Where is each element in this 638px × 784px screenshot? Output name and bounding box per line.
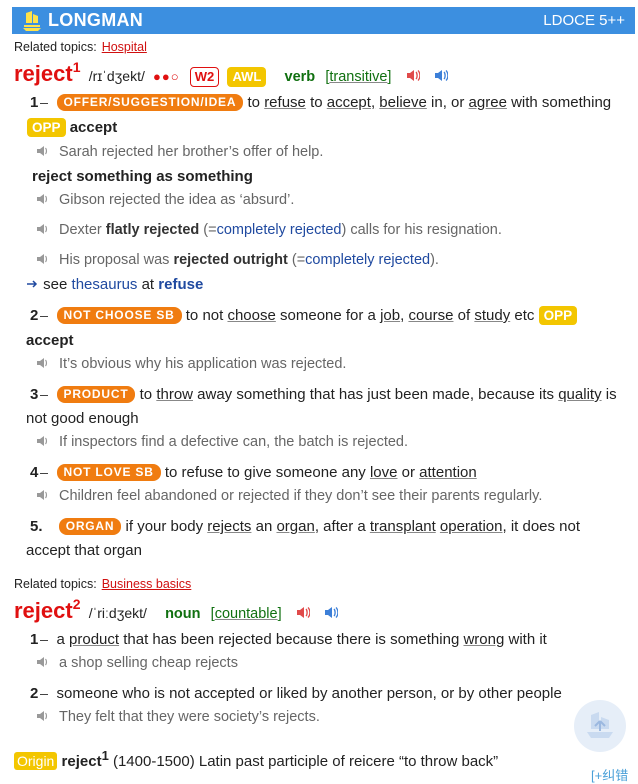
sense-number: 3	[30, 386, 52, 403]
topic-link-business-basics[interactable]: Business basics	[102, 577, 192, 591]
back-to-top-icon	[587, 712, 613, 738]
example: Gibson rejected the idea as ‘absurd’.	[36, 192, 294, 208]
example: His proposal was rejected outright (=com…	[36, 252, 439, 268]
signpost: NOT CHOOSE SB	[56, 307, 182, 324]
sense-1: 1 OFFER/SUGGESTION/IDEA to refuse to acc…	[30, 94, 611, 111]
opp-badge: OPP	[27, 118, 66, 137]
related-topics: Related topics: Business basics	[14, 577, 191, 591]
example: Dexter flatly rejected (=completely reje…	[36, 222, 502, 238]
speaker-blue-icon[interactable]	[434, 69, 448, 82]
part-of-speech: verb	[284, 69, 316, 86]
headword: reject2	[14, 596, 81, 624]
entry1-headword-line: reject1 /rɪˈdʒekt/ ●●○ W2 AWL verb [tran…	[14, 59, 448, 88]
headword: reject1	[14, 59, 81, 87]
edition-label: LDOCE 5++	[543, 12, 625, 29]
signpost: NOT LOVE SB	[56, 464, 161, 481]
sense-1-opposite: OPP accept	[27, 118, 117, 137]
topic-link-hospital[interactable]: Hospital	[102, 40, 147, 54]
definition: to refuse to accept, believe in, or agre…	[247, 94, 612, 111]
signpost: ORGAN	[58, 518, 122, 535]
speaker-grey-icon[interactable]	[36, 223, 49, 235]
related-topics: Related topics: Hospital	[14, 40, 147, 54]
brand-name: LONGMAN	[48, 10, 144, 30]
back-to-top-button[interactable]	[574, 700, 626, 752]
frequency-dots: ●●○	[153, 69, 180, 85]
speaker-red-icon[interactable]	[296, 606, 310, 619]
arrow-right-icon	[27, 280, 38, 288]
speaker-grey-icon[interactable]	[36, 656, 49, 668]
app-header: LONGMAN LDOCE 5++	[12, 7, 635, 34]
collocation: reject something as something	[32, 168, 253, 185]
sense-3: 3 PRODUCT to throw away something that h…	[30, 386, 617, 403]
grammar-code: [transitive]	[325, 69, 392, 86]
refuse-link[interactable]: refuse	[158, 276, 203, 293]
speaker-blue-icon[interactable]	[324, 606, 338, 619]
sense-number: 2	[30, 307, 52, 324]
sense-2: 2 NOT CHOOSE SB to not choose someone fo…	[30, 306, 578, 325]
sense-4: 4 NOT LOVE SB to refuse to give someone …	[30, 464, 477, 481]
entry2-headword-line: reject2 /ˈriːdʒekt/ noun [countable]	[14, 596, 338, 624]
signpost: PRODUCT	[56, 386, 136, 403]
speaker-grey-icon[interactable]	[36, 193, 49, 205]
homograph-number: 2	[72, 596, 81, 612]
noun-sense-1: 1 a product that has been rejected becau…	[30, 631, 547, 648]
thesaurus-link[interactable]: thesaurus	[72, 276, 138, 293]
example: It’s obvious why his application was rej…	[36, 356, 346, 372]
awl-badge: AWL	[227, 67, 267, 88]
sense-number: 1	[30, 631, 52, 648]
ship-logo-icon	[23, 10, 41, 31]
example: They felt that they were society’s rejec…	[36, 709, 320, 725]
example: Sarah rejected her brother’s offer of he…	[36, 144, 323, 160]
pronunciation: /ˈriːdʒekt/	[88, 605, 147, 622]
speaker-red-icon[interactable]	[406, 69, 420, 82]
sense-number: 1	[30, 94, 52, 111]
origin: Origin reject1 (1400-1500) Latin past pa…	[14, 748, 498, 770]
noun-sense-2: 2 someone who is not accepted or liked b…	[30, 685, 562, 702]
origin-text: (1400-1500) Latin past participle of rei…	[112, 753, 499, 770]
homograph-number: 1	[72, 59, 81, 75]
speaker-grey-icon[interactable]	[36, 435, 49, 447]
example: a shop selling cheap rejects	[36, 655, 238, 671]
sense-5: 5. ORGAN if your body rejects an organ, …	[30, 518, 581, 535]
example: If inspectors find a defective can, the …	[36, 434, 408, 450]
opp-badge: OPP	[538, 306, 578, 325]
speaker-grey-icon[interactable]	[36, 357, 49, 369]
opposite-word[interactable]: accept	[70, 119, 118, 136]
grammar-code: [countable]	[210, 606, 282, 623]
speaker-grey-icon[interactable]	[36, 253, 49, 265]
speaker-grey-icon[interactable]	[36, 710, 49, 722]
sense-number: 2	[30, 685, 52, 702]
written-frequency-badge: W2	[189, 67, 220, 88]
signpost: OFFER/SUGGESTION/IDEA	[56, 94, 244, 111]
example: Children feel abandoned or rejected if t…	[36, 488, 542, 504]
origin-word: reject1	[61, 748, 109, 770]
speaker-grey-icon[interactable]	[36, 489, 49, 501]
sense-number: 5.	[30, 518, 43, 535]
opposite-word[interactable]: accept	[26, 332, 74, 349]
sense-number: 4	[30, 464, 52, 481]
origin-tag: Origin	[14, 752, 58, 770]
part-of-speech: noun	[165, 606, 201, 623]
report-error-link[interactable]: [+纠错	[591, 765, 628, 784]
definition-continued: accept that organ	[26, 542, 142, 559]
pronunciation: /rɪˈdʒekt/	[88, 68, 145, 85]
speaker-grey-icon[interactable]	[36, 145, 49, 157]
related-topics-label: Related topics:	[14, 40, 97, 54]
definition-continued: not good enough	[26, 410, 139, 427]
related-topics-label: Related topics:	[14, 577, 97, 591]
see-reference: see thesaurus at refuse	[27, 276, 203, 293]
